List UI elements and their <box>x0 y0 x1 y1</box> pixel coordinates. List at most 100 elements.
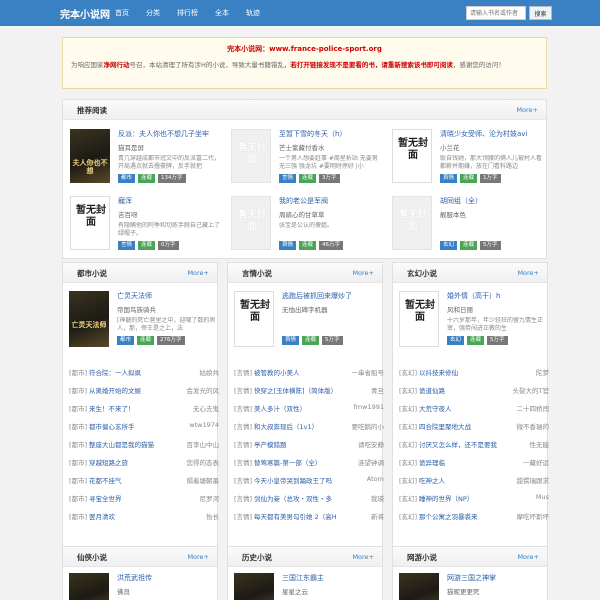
book-title[interactable]: 洪荒武祖传 <box>117 573 221 583</box>
book-cover[interactable]: 暂无封面 <box>70 196 110 250</box>
book-tag[interactable]: 言情 <box>279 174 297 183</box>
list-item-category[interactable]: [玄幻] <box>399 457 417 467</box>
list-item-title[interactable]: 被管教的小美人 <box>254 367 344 377</box>
book-cover[interactable]: 暂无封面 <box>399 291 439 347</box>
list-item-category[interactable]: [玄幻] <box>399 403 417 413</box>
list-item-category[interactable]: [都市] <box>69 367 87 377</box>
book-title[interactable]: 网游三国之神掌 <box>447 573 551 583</box>
book-tag[interactable]: 玄幻 <box>440 241 458 250</box>
book-cover[interactable] <box>69 573 109 600</box>
category-more-link[interactable]: More+ <box>517 553 539 561</box>
list-item-category[interactable]: [都市] <box>69 403 87 413</box>
list-item-category[interactable]: [都市] <box>69 439 87 449</box>
book-title[interactable]: 清晓少女受师、沦为村妓avi <box>440 129 544 139</box>
list-item-title[interactable]: 替莺寒篇-第一部（全） <box>254 457 344 467</box>
list-item-category[interactable]: [言情] <box>234 421 252 431</box>
list-item-category[interactable]: [玄幻] <box>399 439 417 449</box>
search-button[interactable]: 搜索 <box>529 6 552 20</box>
list-item-title[interactable]: 都市偏心玄所手 <box>89 421 179 431</box>
book-tag[interactable]: 首情 <box>282 336 300 345</box>
list-item-title[interactable]: 四合院里聚地大战 <box>419 421 509 431</box>
book-title[interactable]: 婚外情（高干）h <box>447 291 551 301</box>
book-tag[interactable]: 5万字 <box>322 336 343 345</box>
list-item-category[interactable]: [都市] <box>69 475 87 485</box>
list-item-category[interactable]: [玄幻] <box>399 493 417 503</box>
book-cover[interactable]: 暂无封面 <box>392 196 432 250</box>
nav-home[interactable]: 首页 <box>115 0 129 26</box>
list-item-title[interactable]: 从离婚开始的文娱 <box>89 385 179 395</box>
list-item-category[interactable]: [言情] <box>234 403 252 413</box>
book-tag[interactable]: 1万字 <box>480 174 501 183</box>
book-tag[interactable]: 连载 <box>460 174 478 183</box>
category-more-link[interactable]: More+ <box>352 553 374 561</box>
book-tag[interactable]: 都市 <box>118 174 136 183</box>
book-cover[interactable]: 暂无封面 <box>234 291 274 347</box>
list-item-category[interactable]: [玄幻] <box>399 367 417 377</box>
book-title[interactable]: 我的老公是军阀 <box>279 196 383 206</box>
notice-site-url[interactable]: www.france-police-sport.org <box>269 45 382 53</box>
list-item-title[interactable]: 讨厌又怎么样，还不是要我 <box>419 439 509 449</box>
list-item-title[interactable]: 诡道仙路 <box>419 385 509 395</box>
book-cover[interactable]: 暂无封面 <box>231 129 271 183</box>
book-tag[interactable]: 连载 <box>467 336 485 345</box>
nav-ranking[interactable]: 排行榜 <box>177 0 198 26</box>
list-item-title[interactable]: 今天小皇帝哭到踊政王了吗 <box>254 475 344 485</box>
list-item-title[interactable]: 和大叔奔现后（1v1） <box>254 421 344 431</box>
list-item-category[interactable]: [玄幻] <box>399 475 417 485</box>
list-item-category[interactable]: [言情] <box>234 439 252 449</box>
list-item-category[interactable]: [玄幻] <box>399 511 417 521</box>
book-tag[interactable]: 连载 <box>460 241 478 250</box>
book-cover[interactable]: 暂无封面 <box>392 129 432 183</box>
list-item-category[interactable]: [都市] <box>69 493 87 503</box>
book-tag[interactable]: 连载 <box>302 336 320 345</box>
book-tag[interactable]: 连载 <box>137 336 155 345</box>
list-item-category[interactable]: [言情] <box>234 493 252 503</box>
list-item-category[interactable]: [言情] <box>234 385 252 395</box>
list-item-category[interactable]: [言情] <box>234 457 252 467</box>
category-more-link[interactable]: More+ <box>352 269 374 277</box>
list-item-title[interactable]: 来生！不来了！ <box>89 403 179 413</box>
list-item-title[interactable]: 寻宝全世界 <box>89 493 179 503</box>
search-input[interactable] <box>466 6 526 20</box>
list-item-category[interactable]: [玄幻] <box>399 421 417 431</box>
list-item-title[interactable]: 那个公寓之羽暴裘来 <box>419 511 509 521</box>
book-cover[interactable] <box>234 573 274 600</box>
book-tag[interactable]: 3万字 <box>319 174 340 183</box>
book-tag[interactable]: 5万字 <box>487 336 508 345</box>
site-logo[interactable]: 完本小说网 <box>60 6 110 21</box>
book-tag[interactable]: 276万字 <box>157 336 185 345</box>
book-cover[interactable]: 暂无封面 <box>231 196 271 250</box>
list-item-title[interactable]: 亭产模錯题 <box>254 439 344 449</box>
list-item-title[interactable]: 花都不挂气 <box>89 475 179 485</box>
list-item-title[interactable]: 剑仙为妾（总攻・双性・多 <box>254 493 344 503</box>
book-tag[interactable]: 134万字 <box>158 174 186 183</box>
book-tag[interactable]: 连载 <box>138 174 156 183</box>
list-item-title[interactable]: 整座大山都是我的猫猫 <box>89 439 179 449</box>
list-item-title[interactable]: 以抖技来修仙 <box>419 367 509 377</box>
book-title[interactable]: 反派：夫人你也不想几子坐牢 <box>118 129 222 139</box>
book-title[interactable]: 亡灵天法师 <box>117 291 221 301</box>
list-item-category[interactable]: [玄幻] <box>399 385 417 395</box>
book-title[interactable]: 寵浑 <box>118 196 222 206</box>
list-item-title[interactable]: 吃神之人 <box>419 475 509 485</box>
book-tag[interactable]: 首情 <box>279 241 297 250</box>
book-tag[interactable]: 46万字 <box>319 241 344 250</box>
book-tag[interactable]: 言情 <box>118 241 136 250</box>
list-item-title[interactable]: 罢月清欢 <box>89 511 179 521</box>
book-tag[interactable]: 连载 <box>299 174 317 183</box>
book-tag[interactable]: 0万字 <box>158 241 179 250</box>
list-item-title[interactable]: 符合院：一人拟飒 <box>89 367 179 377</box>
book-tag[interactable]: 都市 <box>117 336 135 345</box>
book-tag[interactable]: 5万字 <box>480 241 501 250</box>
book-title[interactable]: 三国江东霸主 <box>282 573 386 583</box>
list-item-category[interactable]: [都市] <box>69 457 87 467</box>
category-more-link[interactable]: More+ <box>187 553 209 561</box>
list-item-category[interactable]: [都市] <box>69 421 87 431</box>
nav-complete[interactable]: 全本 <box>215 0 229 26</box>
list-item-title[interactable]: 美人多汁（双性） <box>254 403 344 413</box>
list-item-title[interactable]: 穿越短路之旅 <box>89 457 179 467</box>
list-item-title[interactable]: 大荒守夜人 <box>419 403 509 413</box>
nav-category[interactable]: 分类 <box>146 0 160 26</box>
list-item-title[interactable]: 睡神的世界（NP） <box>419 493 509 503</box>
recommend-more-link[interactable]: More+ <box>516 106 538 114</box>
